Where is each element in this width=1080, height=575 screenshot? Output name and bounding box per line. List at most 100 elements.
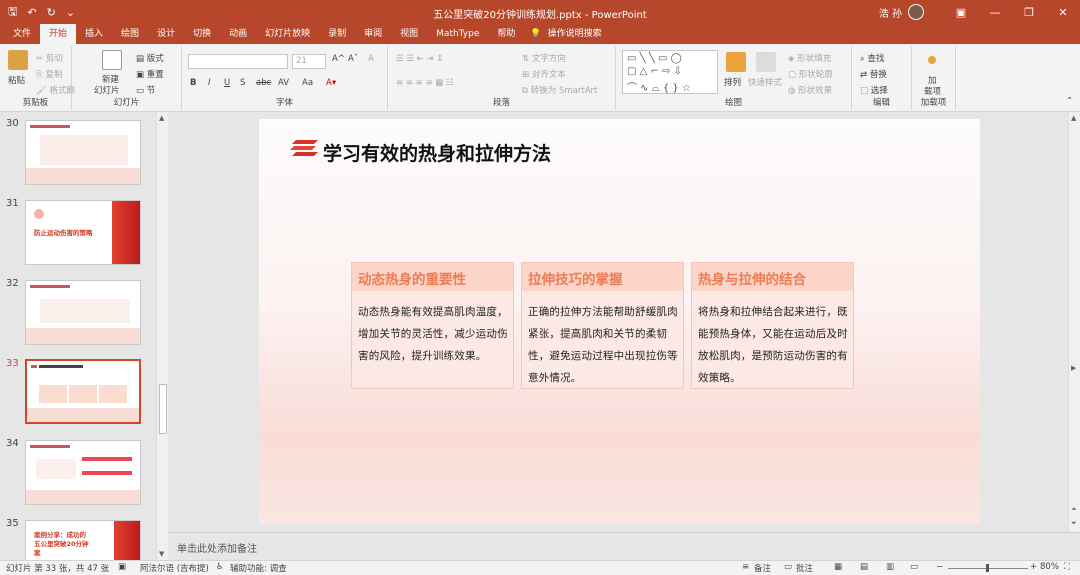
align-text-button[interactable]: ⊞ 对齐文本 — [522, 68, 566, 80]
user-name[interactable]: 浩 孙 — [879, 5, 902, 20]
tab-mathtype[interactable]: MathType — [427, 24, 488, 44]
find-button[interactable]: ⌕ 查找 — [860, 52, 884, 64]
editor-scrollbar[interactable]: ▲ ▶ ⏶ ⏷ — [1068, 112, 1080, 532]
shape-effects-button[interactable]: ◍ 形状效果 — [788, 84, 832, 96]
tab-record[interactable]: 录制 — [319, 24, 355, 44]
slide-title[interactable]: 学习有效的热身和拉伸方法 — [323, 139, 551, 166]
next-slide-icon[interactable]: ⏷ — [1071, 519, 1077, 528]
tab-transitions[interactable]: 切换 — [184, 24, 220, 44]
shape-fill-button[interactable]: ◈ 形状填充 — [788, 52, 831, 64]
shadow-button[interactable]: S — [240, 78, 245, 88]
tab-view[interactable]: 视图 — [391, 24, 427, 44]
notes-icon[interactable]: ≡ — [742, 562, 749, 572]
cut-button[interactable]: ✂ 剪切 — [36, 52, 63, 64]
prev-slide-icon[interactable]: ⏶ — [1071, 505, 1077, 514]
scroll-right-icon[interactable]: ▶ — [1071, 364, 1076, 372]
notes-placeholder[interactable]: 单击此处添加备注 — [177, 540, 257, 555]
customize-qat-icon[interactable]: ⌄ — [66, 6, 75, 19]
scroll-up-icon[interactable]: ▲ — [159, 114, 164, 122]
avatar[interactable] — [908, 4, 924, 20]
collapse-ribbon-icon[interactable]: ⌃ — [1066, 96, 1073, 106]
reading-view-icon[interactable]: ▥ — [886, 562, 894, 572]
underline-button[interactable]: U — [224, 78, 230, 88]
zoom-in-icon[interactable]: + — [1030, 562, 1037, 572]
smartart-button[interactable]: ⧉ 转换为 SmartArt — [522, 84, 597, 96]
bold-button[interactable]: B — [190, 78, 196, 88]
thumbnail-slide-30[interactable] — [25, 120, 141, 185]
card-stretch-technique[interactable]: 拉伸技巧的掌握 正确的拉伸方法能帮助舒缓肌肉紧张，提高肌肉和关节的柔韧性，避免运… — [521, 262, 684, 389]
layout-button[interactable]: ▤ 版式 — [136, 52, 164, 64]
tell-me-search[interactable]: 操作说明搜索 — [548, 24, 602, 44]
comments-icon[interactable]: ▭ — [784, 562, 792, 572]
arrange-button[interactable]: 排列 — [724, 76, 741, 88]
thumbnail-slide-35[interactable]: 案例分享：成功的五公里突破20分钟案 — [25, 520, 141, 560]
fit-slide-icon[interactable]: ⛶ — [1064, 562, 1070, 572]
strikethrough-button[interactable]: abc — [256, 78, 271, 88]
grow-font-button[interactable]: A^ — [332, 54, 345, 64]
minimize-button[interactable]: — — [978, 6, 1012, 19]
card-dynamic-warmup[interactable]: 动态热身的重要性 动态热身能有效提高肌肉温度，增加关节的灵活性，减少运动伤害的风… — [351, 262, 514, 389]
scroll-up-icon[interactable]: ▲ — [1071, 114, 1076, 122]
thumbnail-slide-33[interactable] — [25, 359, 141, 424]
accessibility-icon[interactable]: ♿ — [216, 562, 224, 572]
redo-icon[interactable]: ↻ — [47, 6, 56, 19]
tab-slideshow[interactable]: 幻灯片放映 — [256, 24, 319, 44]
zoom-slider-thumb[interactable] — [986, 564, 989, 572]
char-spacing-button[interactable]: AV — [278, 78, 289, 88]
tab-animations[interactable]: 动画 — [220, 24, 256, 44]
thumbnail-slide-32[interactable] — [25, 280, 141, 345]
change-case-button[interactable]: Aa — [302, 78, 313, 88]
comments-button[interactable]: 批注 — [796, 562, 813, 574]
shapes-gallery[interactable]: ▭ ╲ ╲ ▭ ◯ ▢ △ ⌐ ⇨ ⇩ ⌒ ∿ ⌓ { } ☆ — [622, 50, 718, 94]
new-slide-icon[interactable] — [102, 50, 122, 70]
quick-styles-icon[interactable] — [756, 52, 776, 72]
align-icons[interactable]: ≡ ≡ ≡ ≡ ▦ ☷ — [396, 78, 454, 88]
save-icon[interactable]: 🖫 — [8, 3, 17, 22]
select-button[interactable]: ⬚ 选择 — [860, 84, 888, 96]
card-warmup-stretch-combo[interactable]: 热身与拉伸的结合 将热身和拉伸结合起来进行，既能预热身体，又能在运动后及时放松肌… — [691, 262, 854, 389]
zoom-level[interactable]: 80% — [1040, 562, 1059, 572]
paste-button[interactable]: 粘贴 — [8, 74, 25, 86]
slideshow-icon[interactable]: ▭ — [910, 562, 918, 572]
addin-icon[interactable] — [928, 56, 936, 64]
font-name-combo[interactable] — [188, 54, 288, 69]
slide-canvas[interactable]: 学习有效的热身和拉伸方法 动态热身的重要性 动态热身能有效提高肌肉温度，增加关节… — [259, 119, 980, 524]
quick-styles-button[interactable]: 快速样式 — [748, 76, 782, 88]
accessibility-status[interactable]: 辅助功能: 调查 — [230, 562, 287, 574]
format-painter-button[interactable]: 🖌 格式刷 — [36, 84, 75, 96]
restore-button[interactable]: ❐ — [1012, 6, 1046, 19]
normal-view-icon[interactable]: ▦ — [834, 562, 842, 572]
thumbnail-slide-31[interactable]: 防止运动伤害的策略 — [25, 200, 141, 265]
copy-button[interactable]: ⎘ 复制 — [36, 68, 63, 80]
thumbnail-slide-34[interactable] — [25, 440, 141, 505]
paste-icon[interactable] — [8, 50, 28, 70]
text-direction-button[interactable]: ⇅ 文字方向 — [522, 52, 566, 64]
scroll-down-icon[interactable]: ▼ — [159, 550, 164, 558]
scroll-thumb[interactable] — [159, 384, 167, 434]
font-color-button[interactable]: A▾ — [326, 78, 336, 88]
language-indicator[interactable]: 阿法尔语 (吉布提) — [140, 562, 209, 574]
notes-pane[interactable]: 单击此处添加备注 — [168, 532, 1080, 560]
bullets-icon[interactable]: ☰ ☰ ⇤ ⇥ ↕ — [396, 54, 443, 64]
tab-home[interactable]: 开始 — [40, 24, 77, 44]
tab-insert[interactable]: 插入 — [76, 24, 112, 44]
new-slide-label[interactable]: 幻灯片 — [94, 84, 120, 96]
zoom-out-icon[interactable]: − — [936, 562, 943, 572]
italic-button[interactable]: I — [208, 78, 211, 88]
tab-review[interactable]: 审阅 — [355, 24, 391, 44]
clear-format-button[interactable]: A — [368, 54, 374, 64]
slide-sorter-icon[interactable]: ▤ — [860, 562, 868, 572]
notes-button[interactable]: 备注 — [754, 562, 771, 574]
shape-outline-button[interactable]: ▢ 形状轮廓 — [788, 68, 833, 80]
section-button[interactable]: ▭ 节 — [136, 84, 155, 96]
replace-button[interactable]: ⇄ 替换 — [860, 68, 887, 80]
font-size-combo[interactable]: 21 — [292, 54, 326, 69]
undo-icon[interactable]: ↶ — [27, 6, 36, 19]
reset-button[interactable]: ▣ 重置 — [136, 68, 164, 80]
tab-file[interactable]: 文件 — [4, 24, 40, 44]
tab-help[interactable]: 帮助 — [488, 24, 524, 44]
shrink-font-button[interactable]: Aˇ — [348, 54, 358, 64]
tab-design[interactable]: 设计 — [148, 24, 184, 44]
ribbon-display-button[interactable]: ▣ — [944, 6, 978, 19]
thumbnail-scrollbar[interactable]: ▲ ▼ — [156, 112, 168, 560]
